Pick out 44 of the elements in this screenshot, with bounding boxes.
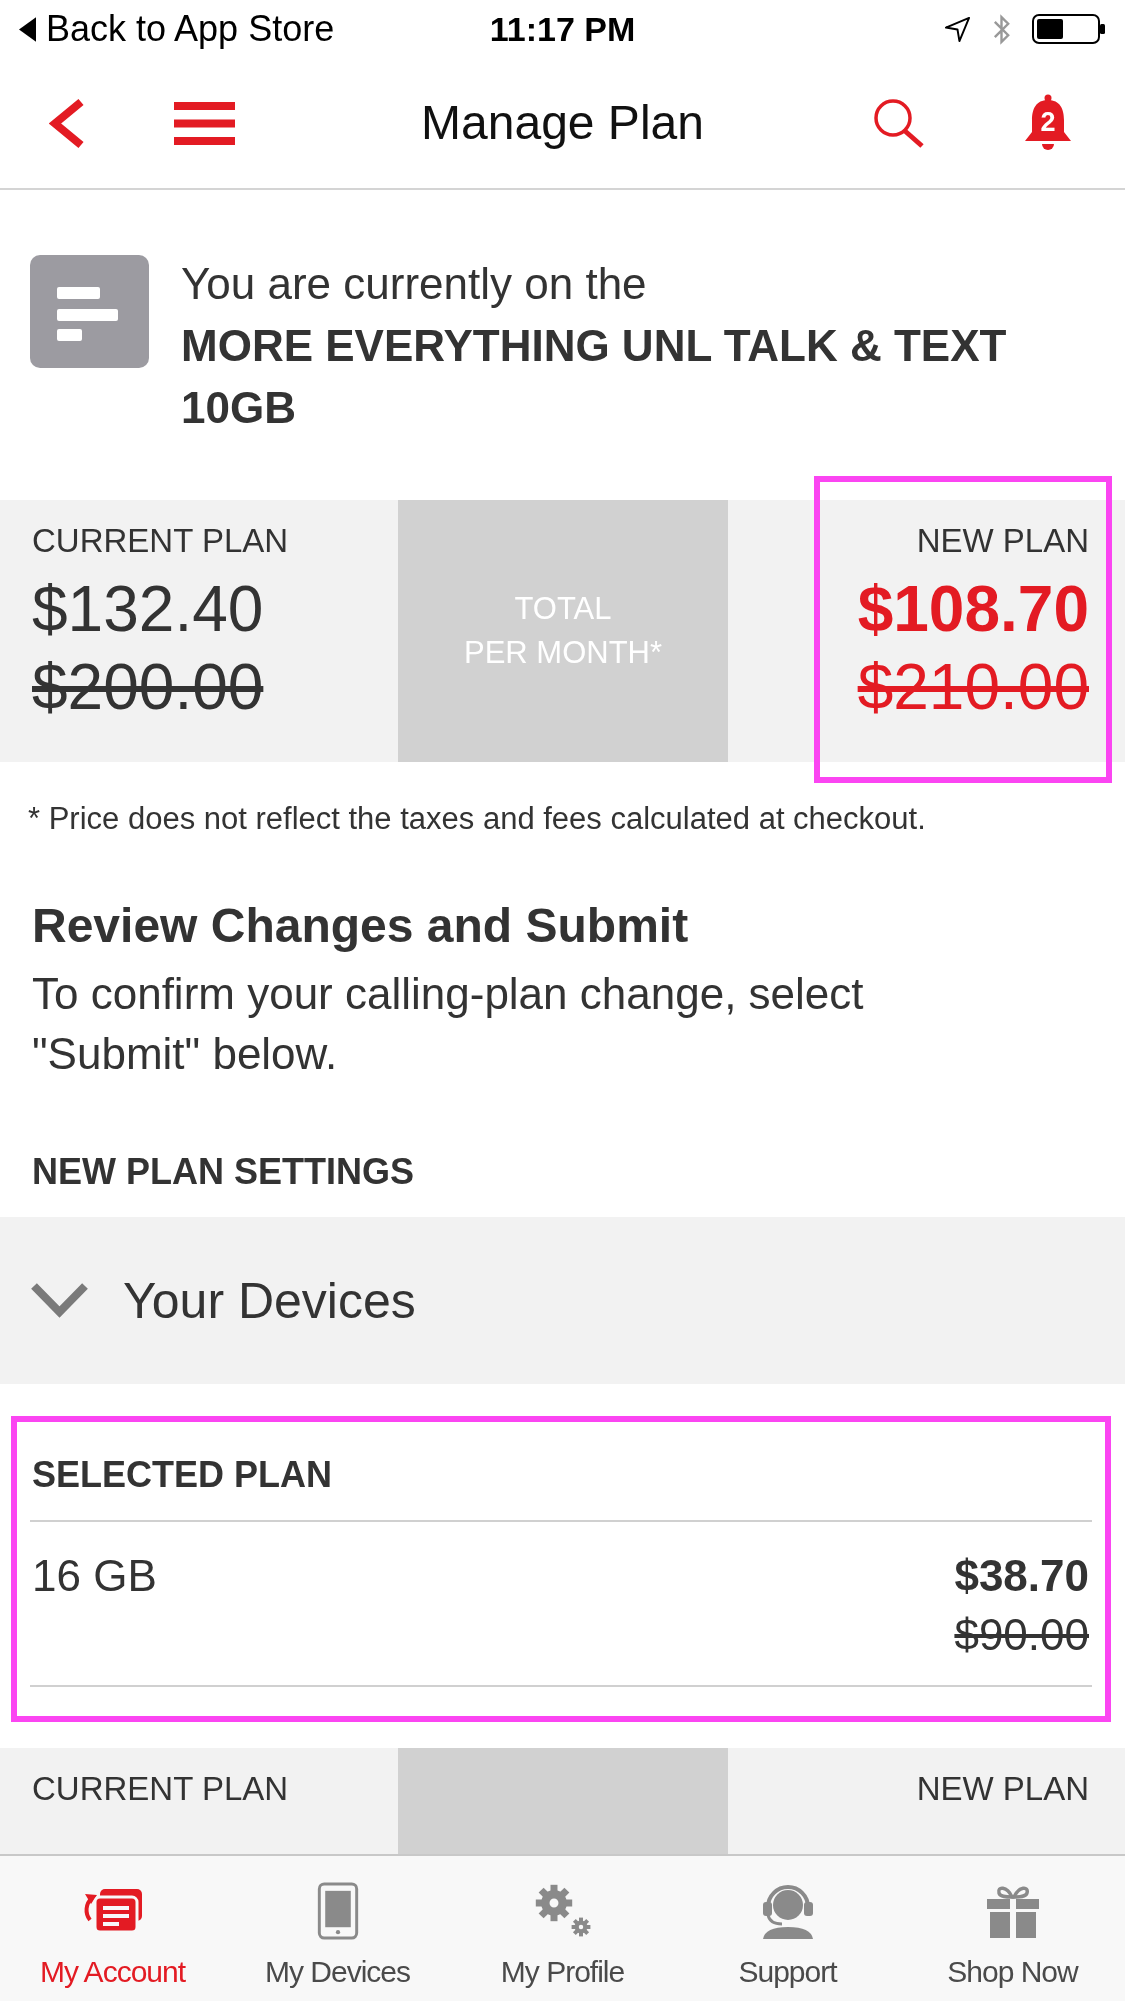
page-title: Manage Plan <box>421 95 704 151</box>
current-plan-label: CURRENT PLAN <box>32 521 289 561</box>
location-arrow-icon <box>944 15 971 43</box>
text-lines-icon <box>30 255 149 368</box>
tab-item[interactable]: My Account <box>0 1856 225 2001</box>
plan-data-amount: 16 GB <box>32 1550 157 1602</box>
gift-icon <box>984 1883 1041 1939</box>
bluetooth-icon <box>991 11 1012 47</box>
current-plan-intro: You are currently on the <box>181 258 647 310</box>
battery-icon <box>1032 14 1106 44</box>
current-plan-original-price: $200.00 <box>32 651 264 723</box>
back-chevron-icon <box>49 97 85 149</box>
review-heading: Review Changes and Submit <box>32 898 689 954</box>
new-plan-original-price: $210.00 <box>857 651 1089 723</box>
search-icon <box>872 98 925 148</box>
tab-item[interactable]: Support <box>675 1856 900 2001</box>
tab-item[interactable]: Shop Now <box>900 1856 1125 2001</box>
bell-icon <box>1022 93 1074 153</box>
settings-heading: NEW PLAN SETTINGS <box>32 1150 414 1194</box>
current-plan-label: CURRENT PLAN <box>32 1769 289 1809</box>
plan-price: $38.70 <box>954 1550 1089 1602</box>
review-instructions: To confirm your calling-plan change, select "Submit" below. <box>32 968 865 1080</box>
plan-original-price: $90.00 <box>954 1609 1089 1661</box>
gears-icon <box>533 1883 592 1939</box>
back-to-app-store-link[interactable]: Back to App Store <box>19 8 335 50</box>
new-plan-price: $108.70 <box>857 573 1089 645</box>
your-devices-accordion[interactable]: Your Devices <box>0 1217 1125 1384</box>
notifications-button[interactable]: 2 <box>1022 93 1074 153</box>
new-plan-label: NEW PLAN <box>916 521 1089 561</box>
tab-item[interactable]: My Devices <box>225 1856 450 2001</box>
notification-count: 2 <box>1039 106 1057 137</box>
menu-icon <box>174 101 235 145</box>
current-plan-name: MORE EVERYTHING UNL TALK & TEXT 10GB <box>181 320 1008 434</box>
current-plan-price: $132.40 <box>32 573 264 645</box>
status-time: 11:17 PM <box>489 9 636 50</box>
tab-item[interactable]: My Profile <box>450 1856 675 2001</box>
back-triangle-icon <box>19 16 36 42</box>
selected-plan-heading: SELECTED PLAN <box>32 1453 333 1497</box>
new-plan-label: NEW PLAN <box>916 1769 1089 1809</box>
search-button[interactable] <box>872 98 925 148</box>
phone-icon <box>316 1882 359 1940</box>
price-footnote: * Price does not reflect the taxes and fees calculated at checkout. <box>28 800 926 838</box>
menu-button[interactable] <box>174 101 235 145</box>
back-button[interactable] <box>49 97 85 149</box>
